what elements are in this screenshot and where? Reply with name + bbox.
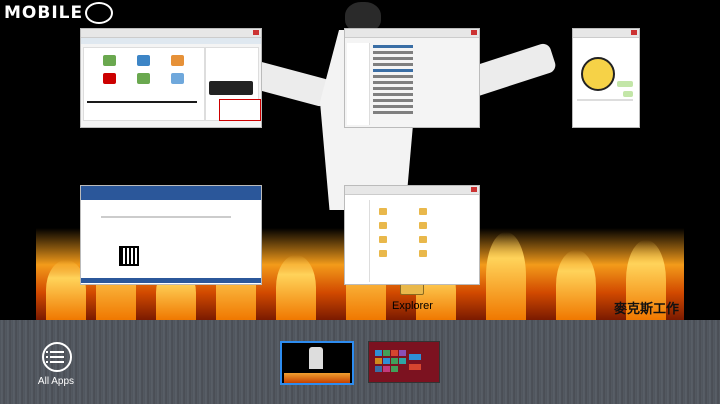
word-ribbon[interactable]	[81, 186, 261, 200]
watermark-text: MOBILE	[4, 3, 84, 23]
explorer-label: Explorer	[392, 300, 433, 312]
list-icon	[42, 342, 72, 372]
browser-window[interactable]	[80, 28, 262, 128]
qr-code-icon	[119, 246, 139, 266]
close-icon[interactable]	[471, 30, 477, 35]
close-icon[interactable]	[253, 30, 259, 35]
browser-navbar[interactable]	[81, 38, 261, 44]
thumb-start-screen[interactable]	[368, 341, 440, 383]
window-titlebar[interactable]	[81, 29, 261, 38]
chat-window[interactable]	[572, 28, 640, 128]
thumb-desktop[interactable]	[280, 341, 354, 385]
word-document-window[interactable]	[80, 185, 262, 285]
file-explorer-window[interactable]	[344, 28, 480, 128]
folder-window[interactable]	[344, 185, 480, 285]
navigation-pane[interactable]	[347, 200, 370, 282]
wallpaper-brand-text: 麥克斯工作	[614, 301, 680, 316]
close-icon[interactable]	[631, 30, 637, 35]
task-switcher-bar	[0, 320, 720, 404]
desktop-background: MOBILE 麥克斯工作 Explorer	[0, 0, 720, 320]
sticker-face-icon	[581, 57, 615, 91]
thumb-figure	[309, 347, 323, 369]
all-apps-label: All Apps	[37, 376, 75, 387]
window-titlebar[interactable]	[573, 29, 639, 38]
window-titlebar[interactable]	[345, 29, 479, 38]
mobile01-logo-icon	[85, 2, 114, 24]
watermark: MOBILE	[4, 2, 114, 24]
window-titlebar[interactable]	[345, 186, 479, 195]
thumb-flames	[284, 373, 350, 383]
all-apps-button[interactable]: All Apps	[30, 340, 80, 396]
navigation-pane[interactable]	[347, 43, 370, 125]
popup-notice[interactable]	[219, 99, 261, 121]
close-icon[interactable]	[471, 187, 477, 192]
